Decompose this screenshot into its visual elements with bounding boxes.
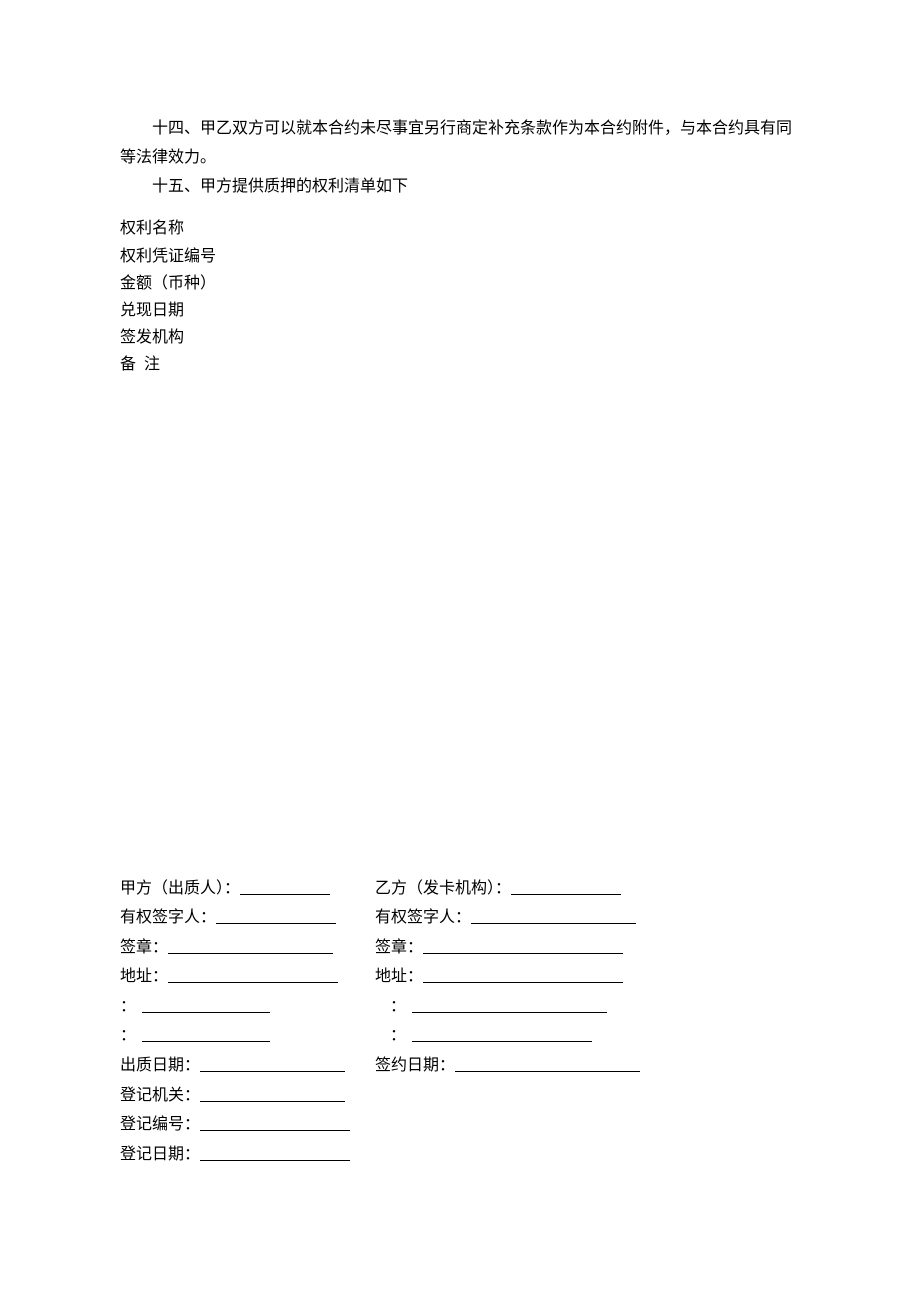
reg-date-row: 登记日期： xyxy=(120,1140,800,1170)
party-a-blank xyxy=(240,879,330,895)
seal-a-label: 签章： xyxy=(120,939,168,956)
seal-a-blank xyxy=(168,938,333,954)
paragraph-15: 十五、甲方提供质押的权利清单如下 xyxy=(120,173,800,202)
rights-list: 权利名称 权利凭证编号 金额（币种） 兑现日期 签发机构 备 注 xyxy=(120,215,800,378)
pledge-date-blank xyxy=(200,1056,345,1072)
signer-a-blank xyxy=(216,908,336,924)
reg-no-row: 登记编号： xyxy=(120,1110,800,1140)
colon-1b-blank xyxy=(412,997,607,1013)
rights-issuer-label: 签发机构 xyxy=(120,324,800,351)
seal-b-blank xyxy=(423,938,623,954)
party-b-label: 乙方（发卡机构）： xyxy=(375,880,511,897)
signer-a-label: 有权签字人： xyxy=(120,909,216,926)
signer-row: 有权签字人： 有权签字人： xyxy=(120,903,800,933)
reg-org-label: 登记机关： xyxy=(120,1087,200,1104)
rights-note-label: 备 注 xyxy=(120,351,800,378)
colon-2a-blank xyxy=(142,1026,270,1042)
colon-row-1: ： ： xyxy=(120,992,800,1022)
address-a-blank xyxy=(168,967,338,983)
colon-row-2: ： ： xyxy=(120,1021,800,1051)
reg-date-blank xyxy=(200,1145,350,1161)
seal-row: 签章： 签章： xyxy=(120,933,800,963)
reg-no-blank xyxy=(200,1115,350,1131)
address-b-label: 地址： xyxy=(375,968,423,985)
colon-2b-blank xyxy=(412,1026,592,1042)
reg-date-label: 登记日期： xyxy=(120,1146,200,1163)
pledge-date-label: 出质日期： xyxy=(120,1057,200,1074)
party-b-blank xyxy=(511,879,621,895)
sign-date-blank xyxy=(455,1056,640,1072)
colon-1b: ： xyxy=(390,992,406,1022)
signature-section: 甲方（出质人）： 乙方（发卡机构）： 有权签字人： 有权签字人： 签章： 签章：… xyxy=(120,874,800,1170)
address-row: 地址： 地址： xyxy=(120,962,800,992)
signer-b-label: 有权签字人： xyxy=(375,909,471,926)
address-b-blank xyxy=(423,967,623,983)
date-row: 出质日期： 签约日期： xyxy=(120,1051,800,1081)
address-a-label: 地址： xyxy=(120,968,168,985)
rights-date-label: 兑现日期 xyxy=(120,297,800,324)
reg-org-row: 登记机关： xyxy=(120,1081,800,1111)
colon-1a-blank xyxy=(142,997,270,1013)
seal-b-label: 签章： xyxy=(375,939,423,956)
party-a-label: 甲方（出质人）： xyxy=(120,880,240,897)
colon-2a: ： xyxy=(120,1021,136,1051)
party-row: 甲方（出质人）： 乙方（发卡机构）： xyxy=(120,874,800,904)
signer-b-blank xyxy=(471,908,636,924)
rights-name-label: 权利名称 xyxy=(120,215,800,242)
reg-no-label: 登记编号： xyxy=(120,1116,200,1133)
sign-date-label: 签约日期： xyxy=(375,1057,455,1074)
reg-org-blank xyxy=(200,1086,345,1102)
rights-cert-no-label: 权利凭证编号 xyxy=(120,243,800,270)
paragraph-14: 十四、甲乙双方可以就本合约未尽事宜另行商定补充条款作为本合约附件，与本合约具有同… xyxy=(120,115,800,173)
colon-1a: ： xyxy=(120,992,136,1022)
rights-amount-label: 金额（币种） xyxy=(120,270,800,297)
colon-2b: ： xyxy=(390,1021,406,1051)
